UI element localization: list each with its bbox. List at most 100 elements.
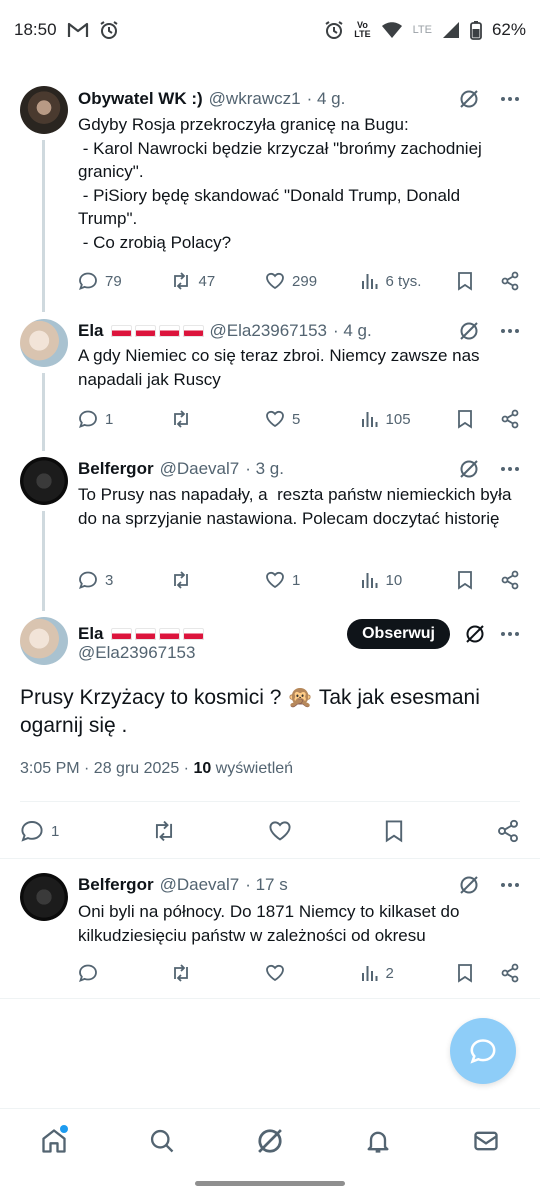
handle[interactable]: @wkrawcz1 xyxy=(209,89,301,109)
avatar[interactable] xyxy=(20,617,68,665)
timestamp: · 3 g. xyxy=(245,459,284,478)
nav-home[interactable] xyxy=(34,1121,74,1161)
avatar[interactable] xyxy=(20,86,68,134)
like-button[interactable] xyxy=(265,963,361,983)
handle[interactable]: @Ela23967153 xyxy=(78,643,195,663)
heart-icon xyxy=(265,409,285,429)
poland-flag-icon xyxy=(110,325,132,337)
reply-button[interactable] xyxy=(78,963,170,983)
avatar[interactable] xyxy=(20,457,68,505)
handle[interactable]: @Daeval7 xyxy=(160,459,240,479)
like-button[interactable]: 299 xyxy=(265,271,361,291)
views-button[interactable]: 10 xyxy=(361,571,457,589)
grok-icon[interactable] xyxy=(458,88,480,110)
divider xyxy=(0,998,540,999)
views-button[interactable]: 2 xyxy=(361,964,457,982)
views-icon xyxy=(361,272,379,290)
poland-flag-icon xyxy=(158,325,180,337)
views-count: 6 tys. xyxy=(385,272,422,290)
like-button[interactable]: 5 xyxy=(265,409,361,429)
repost-icon xyxy=(170,271,192,291)
bookmark-icon[interactable] xyxy=(456,271,474,291)
repost-button[interactable] xyxy=(170,570,266,590)
poland-flag-icon xyxy=(134,325,156,337)
heart-icon xyxy=(265,570,285,590)
bell-icon xyxy=(364,1127,392,1155)
tweet-meta: 3:05 PM · 28 gru 2025 · 10 wyświetleń xyxy=(20,760,293,778)
chat-bubble-icon xyxy=(469,1037,497,1065)
more-icon[interactable] xyxy=(500,882,520,888)
repost-button[interactable] xyxy=(170,963,266,983)
tweet-text: To Prusy nas napadały, a reszta państw n… xyxy=(78,485,517,528)
grok-icon[interactable] xyxy=(464,623,486,645)
display-name[interactable]: Ela xyxy=(78,624,104,644)
grok-icon xyxy=(255,1126,285,1156)
signal-icon xyxy=(442,21,460,39)
share-icon[interactable] xyxy=(496,819,520,843)
reply-icon xyxy=(78,271,98,291)
battery-icon xyxy=(470,20,482,40)
more-icon[interactable] xyxy=(500,631,520,637)
tweet-header: Belfergor @Daeval7 · 3 g. xyxy=(78,458,520,480)
display-name[interactable]: Belfergor xyxy=(78,459,154,479)
timestamp: · 4 g. xyxy=(306,89,346,108)
bookmark-icon[interactable] xyxy=(456,570,474,590)
display-name[interactable]: Obywatel WK :) xyxy=(78,89,203,109)
views-button[interactable]: 105 xyxy=(361,410,457,428)
compose-reply-button[interactable] xyxy=(450,1018,516,1084)
tweet-text: Prusy Krzyżacy to kosmici ? 🙊 Tak jak es… xyxy=(20,686,480,737)
share-icon[interactable] xyxy=(500,409,520,429)
reply-button[interactable]: 3 xyxy=(78,570,170,590)
more-icon[interactable] xyxy=(500,328,520,334)
gesture-bar[interactable] xyxy=(195,1181,345,1186)
reply-icon xyxy=(78,963,98,983)
nav-grok[interactable] xyxy=(250,1121,290,1161)
like-count: 1 xyxy=(292,571,301,589)
repost-button[interactable] xyxy=(170,409,266,429)
nav-messages[interactable] xyxy=(466,1121,506,1161)
tweet-text: A gdy Niemiec co się teraz zbroi. Niemcy… xyxy=(78,346,485,389)
tweet-actions: 79 47 299 6 tys. xyxy=(78,269,520,293)
handle[interactable]: @Daeval7 xyxy=(160,875,240,895)
divider xyxy=(20,801,520,802)
repost-icon xyxy=(170,409,192,429)
repost-button[interactable]: 47 xyxy=(170,271,266,291)
more-icon[interactable] xyxy=(500,96,520,102)
reply-icon xyxy=(78,570,98,590)
reply-button[interactable]: 1 xyxy=(20,819,59,843)
share-icon[interactable] xyxy=(500,570,520,590)
grok-icon[interactable] xyxy=(458,874,480,896)
reply-button[interactable]: 79 xyxy=(78,271,170,291)
repost-icon xyxy=(170,963,192,983)
bookmark-icon[interactable] xyxy=(456,409,474,429)
views-count: 10 xyxy=(385,571,403,589)
share-icon[interactable] xyxy=(500,963,520,983)
heart-icon xyxy=(265,963,285,983)
grok-icon[interactable] xyxy=(458,458,480,480)
nav-notifications[interactable] xyxy=(358,1121,398,1161)
bookmark-icon[interactable] xyxy=(383,819,405,843)
tweet-actions: 2 xyxy=(78,961,520,985)
views-button[interactable]: 6 tys. xyxy=(361,272,457,290)
poland-flag-icon xyxy=(134,628,156,640)
grok-icon[interactable] xyxy=(458,320,480,342)
reply-button[interactable]: 1 xyxy=(78,409,170,429)
display-name[interactable]: Ela xyxy=(78,321,104,341)
avatar[interactable] xyxy=(20,319,68,367)
poland-flags xyxy=(110,628,204,640)
views-label: wyświetleń xyxy=(211,760,294,777)
avatar[interactable] xyxy=(20,873,68,921)
display-name[interactable]: Belfergor xyxy=(78,875,154,895)
share-icon[interactable] xyxy=(500,271,520,291)
reply-count: 3 xyxy=(105,571,114,589)
heart-icon[interactable] xyxy=(268,819,292,843)
views-count: 105 xyxy=(385,410,411,428)
datetime[interactable]: 3:05 PM · 28 gru 2025 · xyxy=(20,760,193,777)
bookmark-icon[interactable] xyxy=(456,963,474,983)
more-icon[interactable] xyxy=(500,466,520,472)
handle[interactable]: @Ela23967153 xyxy=(210,321,327,341)
search-icon xyxy=(148,1127,176,1155)
repost-icon[interactable] xyxy=(151,819,177,843)
like-button[interactable]: 1 xyxy=(265,570,361,590)
nav-search[interactable] xyxy=(142,1121,182,1161)
